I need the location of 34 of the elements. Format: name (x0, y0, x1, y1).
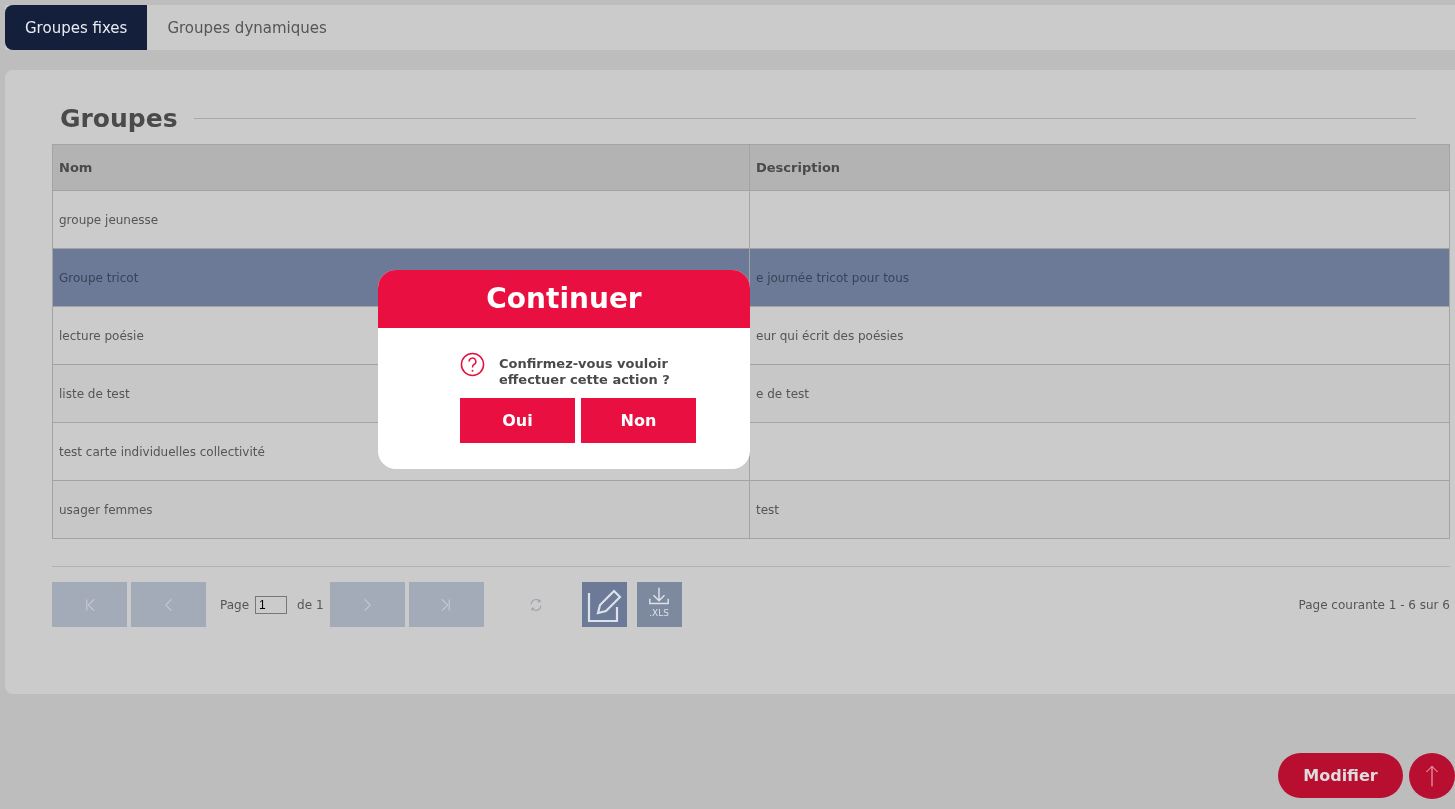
arrow-up-icon (1424, 763, 1440, 789)
column-header: Description (749, 144, 1450, 191)
export-xls-button[interactable]: .XLS (636, 582, 682, 627)
table-cell: test carte individuelles collectivité (59, 444, 265, 459)
dialog-title: Continuer (378, 270, 750, 328)
modify-button[interactable]: Modifier (1278, 753, 1403, 798)
page-label: Page (220, 597, 250, 612)
dialog-button[interactable]: Oui (460, 398, 575, 443)
first-page-button[interactable] (52, 582, 127, 627)
tab[interactable]: Groupes dynamiques (147, 5, 347, 50)
last-page-button[interactable] (408, 582, 484, 627)
scroll-top-button[interactable] (1409, 753, 1455, 799)
table-cell: groupe jeunesse (59, 212, 159, 227)
table-cell: Groupe tricot (59, 270, 139, 285)
table-cell: liste de test (59, 386, 130, 401)
question-icon (460, 352, 485, 377)
table-cell: eur qui écrit des poésies (756, 328, 904, 343)
table-cell: test (756, 502, 780, 517)
page-summary: Page courante 1 - 6 sur 6 (1298, 597, 1450, 612)
section-title: Groupes (60, 103, 178, 133)
table-cell: lecture poésie (59, 328, 144, 343)
table-row[interactable]: usager femmes test (52, 480, 1450, 539)
page-input[interactable]: 1 (255, 595, 288, 614)
table-cell: usager femmes (59, 502, 153, 517)
column-header: Nom (52, 144, 750, 191)
table-cell: e de test (756, 386, 810, 401)
tab[interactable]: Groupes fixes (5, 5, 148, 50)
table-row[interactable]: groupe jeunesse (52, 190, 1450, 249)
page-count: de 1 (297, 597, 324, 612)
next-page-button[interactable] (329, 582, 405, 627)
previous-page-button[interactable] (131, 582, 206, 627)
dialog-button[interactable]: Non (581, 398, 696, 443)
edit-button[interactable] (581, 582, 627, 627)
table-cell: e journée tricot pour tous (756, 270, 910, 285)
